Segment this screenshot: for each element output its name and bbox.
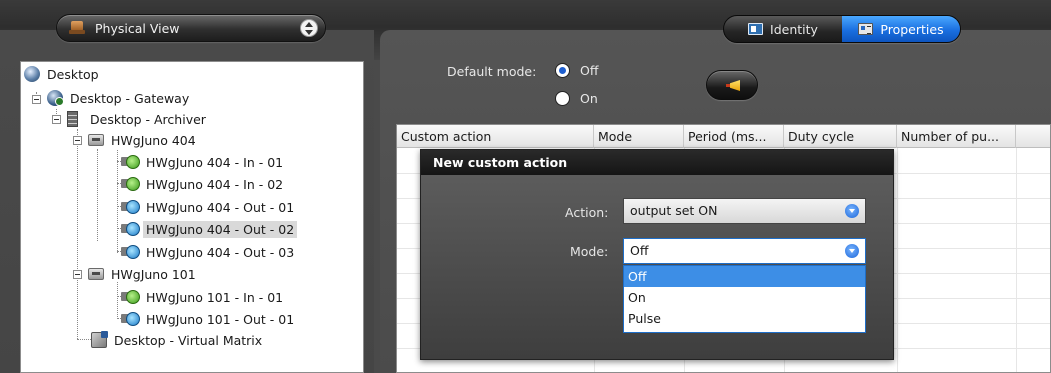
column-header-mode[interactable]: Mode <box>594 125 684 148</box>
tree-node-label: HWgJuno 404 - Out - 02 <box>143 220 298 238</box>
output-icon <box>121 311 140 327</box>
tab-properties[interactable]: Properties <box>842 16 960 42</box>
tree-node-hwgjuno-404[interactable]: HWgJuno 404 <box>88 130 199 150</box>
column-header-period[interactable]: Period (ms... <box>684 125 784 148</box>
grid-line <box>1016 148 1017 372</box>
tree-connector <box>117 282 118 319</box>
mode-dropdown[interactable]: Off <box>623 238 866 264</box>
tree-connector <box>77 129 78 339</box>
default-mode-label: Default mode: <box>447 64 537 79</box>
tree-node-juno404-in-02[interactable]: HWgJuno 404 - In - 02 <box>121 174 286 194</box>
tree-node-virtual-matrix[interactable]: Desktop - Virtual Matrix <box>91 330 265 350</box>
mode-option-pulse[interactable]: Pulse <box>624 308 865 329</box>
collapse-toggle-hwgjuno-404[interactable] <box>73 136 82 145</box>
grid-header: Custom action Mode Period (ms... Duty cy… <box>397 125 1050 148</box>
grid-line <box>897 148 898 372</box>
tree-node-label: HWgJuno 404 - In - 02 <box>146 176 284 192</box>
tree-node-label: Desktop - Archiver <box>90 111 206 127</box>
chevron-down-icon <box>845 204 859 218</box>
chevron-down-icon <box>845 244 859 258</box>
radio-dot <box>555 63 570 78</box>
server-icon <box>67 111 78 127</box>
physical-view-icon <box>69 21 85 35</box>
tree-node-label: HWgJuno 101 <box>111 266 196 282</box>
tree-connector <box>117 150 118 253</box>
output-icon <box>121 221 140 237</box>
up-down-spinner-icon[interactable] <box>300 19 318 37</box>
id-card-icon <box>748 23 764 35</box>
mode-dropdown-list: Off On Pulse <box>623 265 866 333</box>
action-dropdown-value: output set ON <box>630 203 718 218</box>
horn-icon <box>726 80 740 91</box>
entity-tree[interactable]: Desktop Desktop - Gateway Desktop - Arch… <box>20 61 364 373</box>
radio-label: Off <box>580 63 599 78</box>
trigger-output-button[interactable] <box>706 70 758 100</box>
input-icon <box>121 289 140 305</box>
column-header-duty-cycle[interactable]: Duty cycle <box>784 125 897 148</box>
tree-node-juno101-in-01[interactable]: HWgJuno 101 - In - 01 <box>121 287 286 307</box>
device-icon <box>88 268 104 280</box>
output-icon <box>121 199 140 215</box>
dialog-title: New custom action <box>421 150 893 175</box>
tree-node-desktop[interactable]: Desktop <box>24 64 102 84</box>
tree-node-label: Desktop <box>47 66 99 82</box>
view-selector-label: Physical View <box>95 20 180 36</box>
tree-node-label: HWgJuno 404 - Out - 03 <box>146 244 295 260</box>
tab-identity[interactable]: Identity <box>724 16 842 42</box>
view-selector-dropdown[interactable]: Physical View <box>56 14 326 42</box>
tree-node-juno404-out-02[interactable]: HWgJuno 404 - Out - 02 <box>121 219 298 239</box>
tab-properties-label: Properties <box>880 21 944 37</box>
mode-option-off[interactable]: Off <box>624 266 865 287</box>
mode-dropdown-value: Off <box>630 243 649 258</box>
tree-node-juno404-out-03[interactable]: HWgJuno 404 - Out - 03 <box>121 242 297 262</box>
radio-label: On <box>580 91 598 106</box>
properties-icon <box>858 23 874 35</box>
tree-node-label: HWgJuno 101 - In - 01 <box>146 289 284 305</box>
tree-node-archiver[interactable]: Desktop - Archiver <box>67 109 209 129</box>
tree-connector <box>97 149 98 241</box>
tree-node-juno404-in-01[interactable]: HWgJuno 404 - In - 01 <box>121 152 286 172</box>
radio-dot <box>555 91 570 106</box>
tree-node-label: HWgJuno 404 <box>111 132 196 148</box>
tree-node-label: Desktop - Virtual Matrix <box>114 332 263 348</box>
tree-node-label: HWgJuno 101 - Out - 01 <box>146 311 295 327</box>
default-mode-off-radio[interactable]: Off <box>555 63 598 78</box>
input-icon <box>121 154 140 170</box>
tree-node-hwgjuno-101[interactable]: HWgJuno 101 <box>88 264 199 284</box>
input-icon <box>121 176 140 192</box>
collapse-toggle-hwgjuno-101[interactable] <box>73 270 82 279</box>
action-label: Action: <box>565 205 609 220</box>
column-header-number-of-pulses[interactable]: Number of pu... <box>897 125 1016 148</box>
collapse-toggle-gateway[interactable] <box>32 95 41 104</box>
tree-node-label: HWgJuno 404 - Out - 01 <box>146 199 295 215</box>
virtual-matrix-icon <box>91 331 108 348</box>
tree-node-juno404-out-01[interactable]: HWgJuno 404 - Out - 01 <box>121 197 297 217</box>
tree-node-label: Desktop - Gateway <box>70 90 190 106</box>
view-tabs: Identity Properties <box>723 15 961 43</box>
action-dropdown[interactable]: output set ON <box>623 198 866 224</box>
globe-icon <box>24 66 40 82</box>
mode-label: Mode: <box>570 244 609 259</box>
mode-option-on[interactable]: On <box>624 287 865 308</box>
tab-identity-label: Identity <box>770 21 818 37</box>
tree-node-juno101-out-01[interactable]: HWgJuno 101 - Out - 01 <box>121 309 297 329</box>
gateway-icon <box>47 90 64 106</box>
tree-node-gateway[interactable]: Desktop - Gateway <box>47 88 192 108</box>
collapse-toggle-archiver[interactable] <box>52 115 61 124</box>
device-icon <box>88 134 104 146</box>
default-mode-on-radio[interactable]: On <box>555 91 598 106</box>
output-icon <box>121 244 140 260</box>
column-header-custom-action[interactable]: Custom action <box>397 125 594 148</box>
tree-connector <box>77 339 91 340</box>
tree-node-label: HWgJuno 404 - In - 01 <box>146 154 284 170</box>
